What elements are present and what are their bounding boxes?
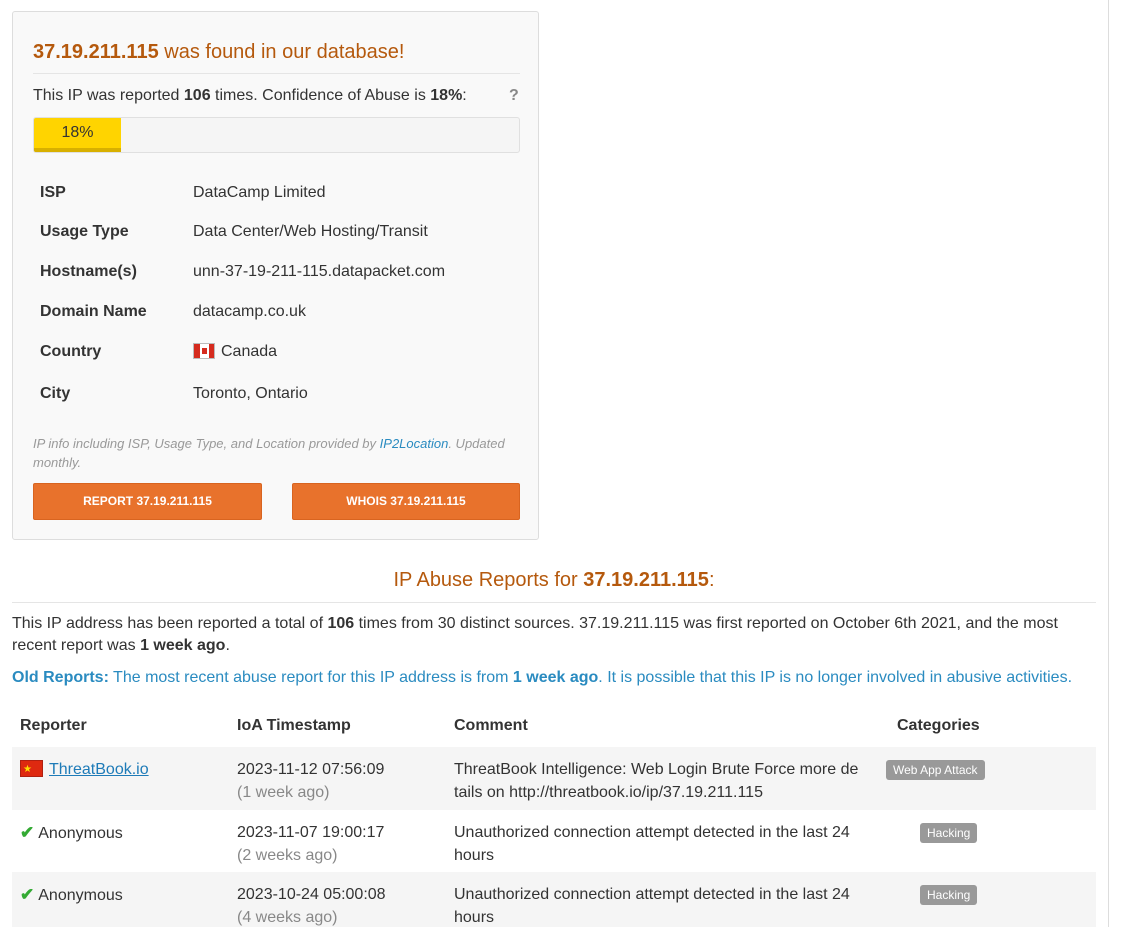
- divider: [33, 73, 520, 74]
- timestamp: 2023-11-07 19:00:17: [237, 824, 385, 841]
- summary-recent: 1 week ago: [140, 637, 226, 654]
- info-row-city: City Toronto, Ontario: [40, 385, 510, 409]
- reporter-name: Anonymous: [38, 887, 123, 904]
- ip-summary-card: 37.19.211.115 was found in our database!…: [12, 11, 539, 540]
- reporter-cell: ✔ Anonymous: [20, 821, 123, 845]
- report-ip-button[interactable]: REPORT 37.19.211.115: [33, 483, 262, 520]
- relative-time: (1 week ago): [237, 784, 330, 801]
- comment-cell: Unauthorized connection attempt detected…: [454, 886, 850, 926]
- reporter-link[interactable]: ThreatBook.io: [49, 761, 149, 778]
- help-icon[interactable]: ?: [509, 87, 519, 105]
- info-row-hostname: Hostname(s) unn-37-19-211-115.datapacket…: [40, 263, 510, 287]
- checkmark-icon: ✔: [20, 823, 35, 842]
- reporter-cell: ✔ Anonymous: [20, 883, 123, 907]
- info-key: Usage Type: [40, 223, 129, 240]
- old-reports-label: Old Reports:: [12, 669, 109, 686]
- old-reports-text: . It is possible that this IP is no long…: [598, 669, 1073, 686]
- confidence-progress-bar: 18%: [33, 117, 520, 153]
- info-value: unn-37-19-211-115.datapacket.com: [193, 263, 446, 280]
- table-row: ✔ Anonymous 2023-10-24 05:00:08 (4 weeks a…: [12, 872, 1096, 927]
- info-value: DataCamp Limited: [193, 184, 326, 201]
- info-value: Toronto, Ontario: [193, 385, 308, 402]
- relative-time: (2 weeks ago): [237, 847, 338, 864]
- title-suffix: :: [708, 569, 715, 591]
- info-key: City: [40, 385, 71, 402]
- info-row-country: Country Canada: [40, 343, 510, 367]
- info-row-domain: Domain Name datacamp.co.uk: [40, 303, 510, 327]
- reported-count: 106: [183, 87, 211, 104]
- old-reports-recent: 1 week ago: [512, 669, 599, 686]
- report-summary: This IP address has been reported a tota…: [12, 613, 1096, 657]
- column-header-reporter: Reporter: [20, 717, 87, 734]
- checkmark-icon: ✔: [20, 885, 35, 904]
- china-flag-icon: [20, 758, 43, 781]
- info-key: Country: [40, 343, 102, 360]
- table-row: ✔ Anonymous 2023-11-07 19:00:17 (2 weeks a…: [12, 810, 1096, 873]
- reporter-name: Anonymous: [38, 825, 123, 842]
- summary-text: .: [225, 637, 230, 654]
- comment-cell: ThreatBook Intelligence: Web Login Brute…: [454, 761, 859, 801]
- divider: [12, 602, 1096, 603]
- column-header-categories: Categories: [897, 717, 980, 734]
- column-header-timestamp: IoA Timestamp: [237, 717, 351, 734]
- category-badge[interactable]: Hacking: [920, 823, 978, 843]
- summary-count: 106: [327, 615, 355, 632]
- timestamp-cell: 2023-11-12 07:56:09 (1 week ago): [237, 758, 384, 804]
- whois-ip-button[interactable]: WHOIS 37.19.211.115: [292, 483, 520, 520]
- credit-prefix: IP info including ISP, Usage Type, and L…: [33, 436, 380, 451]
- reporter-cell: ThreatBook.io: [20, 758, 149, 781]
- comment-cell: Unauthorized connection attempt detected…: [454, 824, 850, 864]
- country-name: Canada: [221, 343, 278, 360]
- title-ip: 37.19.211.115: [583, 569, 709, 591]
- timestamp: 2023-11-12 07:56:09: [237, 761, 385, 778]
- info-key: Hostname(s): [40, 263, 137, 280]
- canada-flag-icon: [193, 343, 215, 359]
- reported-summary: This IP was reported 106 times. Confiden…: [33, 87, 467, 105]
- reported-prefix: This IP was reported: [33, 87, 184, 104]
- info-key: Domain Name: [40, 303, 147, 320]
- info-row-isp: ISP DataCamp Limited: [40, 184, 510, 208]
- reported-mid: times. Confidence of Abuse is: [210, 87, 431, 104]
- summary-text: This IP address has been reported a tota…: [12, 615, 328, 632]
- timestamp-cell: 2023-10-24 05:00:08 (4 weeks ago): [237, 883, 386, 927]
- confidence-value: 18%: [430, 87, 463, 104]
- category-badge[interactable]: Hacking: [920, 885, 978, 905]
- ip2location-credit: IP info including ISP, Usage Type, and L…: [33, 434, 513, 472]
- table-row: ThreatBook.io 2023-11-12 07:56:09 (1 week…: [12, 747, 1096, 810]
- abuse-reports-title: IP Abuse Reports for 37.19.211.115:: [0, 569, 1108, 592]
- title-suffix: was found in our database!: [158, 41, 405, 63]
- info-row-usage-type: Usage Type Data Center/Web Hosting/Trans…: [40, 223, 510, 247]
- title-prefix: IP Abuse Reports for: [393, 569, 584, 591]
- ip2location-link[interactable]: IP2Location: [380, 436, 449, 451]
- old-reports-notice: Old Reports: The most recent abuse repor…: [12, 669, 1102, 687]
- old-reports-text: The most recent abuse report for this IP…: [108, 669, 513, 686]
- reported-suffix: :: [462, 87, 467, 104]
- timestamp-cell: 2023-11-07 19:00:17 (2 weeks ago): [237, 821, 384, 867]
- info-value: datacamp.co.uk: [193, 303, 306, 320]
- info-value: Data Center/Web Hosting/Transit: [193, 223, 428, 240]
- column-header-comment: Comment: [454, 717, 528, 734]
- title-ip: 37.19.211.115: [33, 41, 159, 63]
- timestamp: 2023-10-24 05:00:08: [237, 886, 386, 903]
- relative-time: (4 weeks ago): [237, 909, 338, 926]
- card-title: 37.19.211.115 was found in our database!: [33, 41, 404, 64]
- progress-label: 18%: [61, 124, 94, 141]
- category-badge[interactable]: Web App Attack: [886, 760, 985, 780]
- page-divider: [1108, 0, 1109, 927]
- info-key: ISP: [40, 184, 66, 201]
- info-value-country: Canada: [193, 343, 277, 361]
